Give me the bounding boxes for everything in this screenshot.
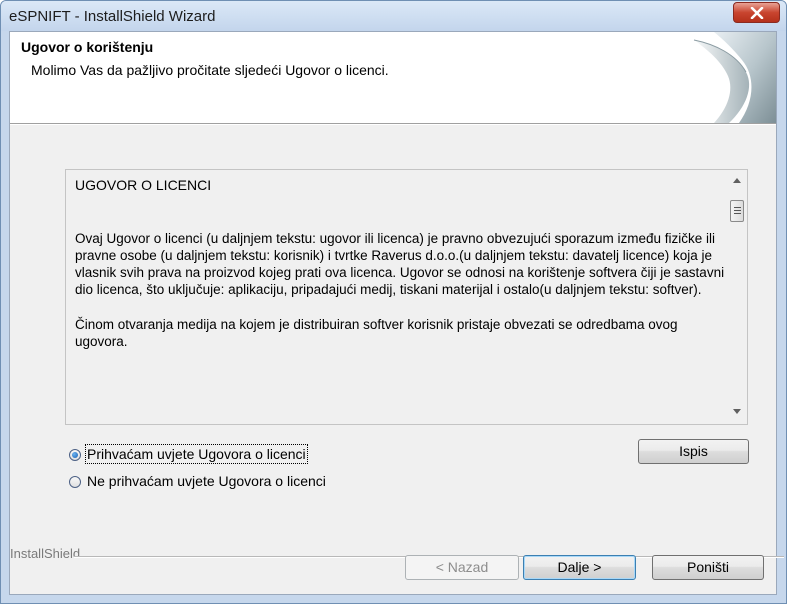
page-subtitle: Molimo Vas da pažljivo pročitate sljedeć…	[31, 62, 389, 78]
scroll-down-arrow-icon[interactable]	[733, 409, 741, 414]
wizard-page-curl-graphic	[693, 32, 776, 123]
window-title: eSPNIFT - InstallShield Wizard	[9, 8, 216, 25]
scroll-up-arrow-icon[interactable]	[733, 178, 741, 183]
print-button[interactable]: Ispis	[638, 439, 749, 464]
installshield-brand-label: InstallShield	[10, 546, 85, 561]
decline-label[interactable]: Ne prihvaćam uvjete Ugovora o licenci	[87, 473, 326, 489]
next-button-label: Dalje >	[557, 559, 602, 575]
page-title: Ugovor o korištenju	[21, 39, 154, 55]
accept-radio-button[interactable]	[69, 449, 81, 461]
license-paragraph-1: Ovaj Ugovor o licenci (u daljnjem tekstu…	[75, 231, 725, 297]
wizard-header: Ugovor o korištenju Molimo Vas da pažlji…	[10, 32, 776, 124]
decline-radio-button[interactable]	[69, 476, 81, 488]
close-icon	[750, 7, 764, 19]
license-heading: UGOVOR O LICENCI	[75, 177, 212, 193]
accept-label[interactable]: Prihvaćam uvjete Ugovora o licenci	[85, 444, 308, 464]
header-separator	[10, 124, 776, 125]
title-bar[interactable]: eSPNIFT - InstallShield Wizard	[1, 1, 786, 31]
back-button[interactable]: < Nazad	[405, 555, 519, 580]
decline-radio-option[interactable]: Ne prihvaćam uvjete Ugovora o licenci	[69, 473, 326, 489]
grip-line	[734, 210, 741, 211]
cancel-button[interactable]: Poništi	[652, 555, 764, 580]
next-button[interactable]: Dalje >	[523, 555, 636, 580]
license-paragraph-2: Činom otvaranja medija na kojem je distr…	[75, 317, 678, 349]
installer-window: eSPNIFT - InstallShield Wizard Ugovor o …	[0, 0, 787, 604]
cancel-button-label: Poništi	[686, 559, 730, 575]
wizard-client-area: Ugovor o korištenju Molimo Vas da pažlji…	[9, 31, 784, 595]
license-text: UGOVOR O LICENCI Ovaj Ugovor o licenci (…	[75, 177, 725, 368]
grip-line	[734, 213, 741, 214]
grip-line	[734, 207, 741, 208]
license-scrollbar[interactable]	[729, 170, 747, 424]
back-button-label: < Nazad	[435, 559, 489, 575]
close-button[interactable]	[733, 2, 780, 23]
accept-radio-option[interactable]: Prihvaćam uvjete Ugovora o licenci	[69, 444, 308, 464]
print-button-label: Ispis	[679, 443, 708, 459]
scroll-thumb[interactable]	[730, 200, 744, 222]
license-text-box[interactable]: UGOVOR O LICENCI Ovaj Ugovor o licenci (…	[65, 169, 748, 425]
